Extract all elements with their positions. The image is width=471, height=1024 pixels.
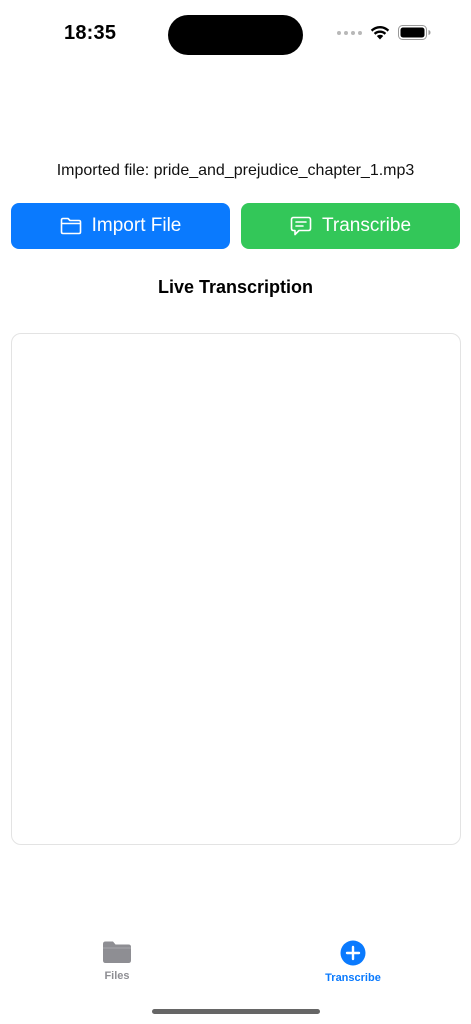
transcribe-label: Transcribe	[321, 215, 412, 236]
cellular-signal-icon	[337, 30, 362, 35]
tab-files[interactable]: Files	[67, 940, 167, 982]
folder-icon	[103, 941, 131, 963]
status-time: 18:35	[64, 22, 117, 44]
dynamic-island	[168, 15, 303, 55]
status-bar: 18:35	[0, 0, 471, 60]
tab-files-label: Files	[104, 970, 130, 982]
import-file-label: Import File	[91, 215, 182, 236]
import-file-button[interactable]: Import File	[11, 203, 230, 249]
tab-bar: Files Transcribe	[0, 930, 471, 990]
folder-icon	[60, 217, 81, 235]
battery-icon	[398, 25, 431, 40]
home-indicator	[152, 1009, 320, 1014]
imported-file-label: Imported file: pride_and_prejudice_chapt…	[56, 162, 415, 179]
tab-transcribe-label: Transcribe	[325, 972, 381, 984]
transcription-text-area[interactable]	[11, 333, 461, 845]
tab-transcribe[interactable]: Transcribe	[303, 940, 403, 984]
plus-circle-icon	[340, 940, 366, 966]
status-indicators	[337, 25, 431, 40]
message-icon	[290, 216, 312, 236]
transcribe-button[interactable]: Transcribe	[241, 203, 460, 249]
live-transcription-title: Live Transcription	[157, 277, 314, 297]
wifi-icon	[370, 25, 390, 40]
